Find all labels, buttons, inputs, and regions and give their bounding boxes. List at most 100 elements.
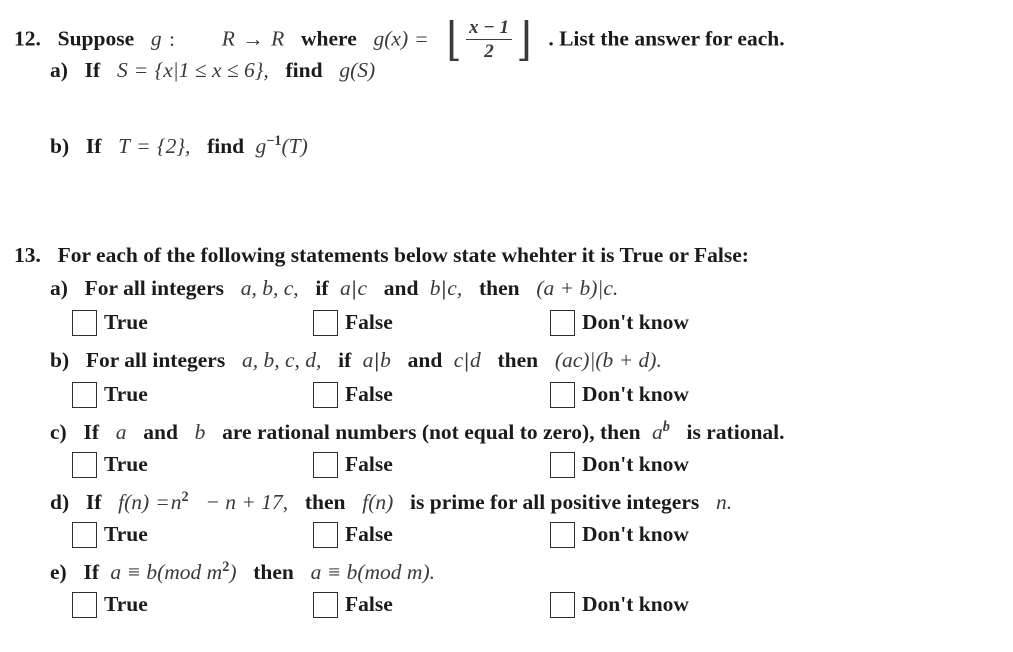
checkbox-label: True [104, 522, 148, 547]
checkbox-13c-false[interactable]: False [313, 452, 393, 478]
inverse-function-g: g [255, 134, 267, 159]
checkbox-label: True [104, 452, 148, 477]
checkbox-input[interactable] [550, 310, 575, 336]
checkbox-13e-dont-know[interactable]: Don't know [550, 592, 689, 618]
checkbox-input[interactable] [313, 382, 338, 408]
floor-expression: ⌊ x − 1 2 ⌋ [445, 13, 533, 65]
checkbox-input[interactable] [550, 452, 575, 478]
question-13-part-d: d) If f(n) =n2 − n + 17, then f(n) is pr… [50, 490, 732, 514]
function-fn-ref: f(n) [362, 490, 394, 515]
part-d-tail: is prime for all positive integers [410, 490, 700, 515]
exponent-two: 2 [181, 489, 189, 505]
checkbox-13e-true[interactable]: True [72, 592, 148, 618]
part-c-and: and [143, 420, 178, 445]
worksheet-page: 12. Suppose g : R → R where g(x) = ⌊ x − … [0, 0, 1013, 652]
part-a-conclusion: (a + b)|c. [536, 276, 619, 300]
checkbox-input[interactable] [72, 592, 97, 618]
checkbox-13a-true[interactable]: True [72, 310, 148, 336]
function-fn: f(n) [118, 490, 150, 515]
question-12-part-a: a) If S = {x|1 ≤ x ≤ 6}, find g(S) [50, 58, 376, 82]
floor-left-bracket: ⌊ [446, 13, 462, 65]
checkbox-input[interactable] [550, 592, 575, 618]
arrow-icon: → [242, 26, 264, 51]
part-b-conclusion: (ac)|(b + d). [554, 348, 662, 372]
equals-sign: = [156, 490, 169, 515]
congruence-close-paren: ) [229, 560, 237, 585]
checkbox-13d-true[interactable]: True [72, 522, 148, 548]
checkbox-13d-dont-know[interactable]: Don't know [550, 522, 689, 548]
domain-symbol: R [221, 26, 235, 51]
question-13-part-a: a) For all integers a, b, c, if a|c and … [50, 276, 619, 300]
part-d-if: If [85, 490, 102, 515]
part-c-if: If [83, 420, 99, 445]
divides-symbol: | [464, 348, 469, 372]
checkbox-input[interactable] [313, 452, 338, 478]
part-a-if: If [84, 58, 101, 82]
checkbox-input[interactable] [313, 310, 338, 336]
checkbox-13b-false[interactable]: False [313, 382, 393, 408]
codomain-symbol: R [271, 26, 285, 51]
checkbox-row-13a: True False Don't know [0, 310, 1013, 340]
checkbox-row-13b: True False Don't know [0, 382, 1013, 412]
question-13-part-e: e) If a ≡ b(mod m2) then a ≡ b(mod m). [50, 560, 435, 584]
question-13-part-b: b) For all integers a, b, c, d, if a | b a… [50, 348, 662, 372]
equals-sign: = [135, 58, 148, 82]
question-12-number: 12. [14, 26, 41, 51]
checkbox-13e-false[interactable]: False [313, 592, 393, 618]
part-a-variables: a, b, c, [240, 276, 299, 300]
set-body-t: {2}, [157, 134, 191, 159]
checkbox-13b-true[interactable]: True [72, 382, 148, 408]
checkbox-label: Don't know [582, 452, 689, 477]
power-base: a [651, 420, 663, 445]
fraction-denominator: 2 [465, 39, 512, 62]
question-13-stem: 13. For each of the following statements… [14, 244, 749, 267]
checkbox-input[interactable] [72, 382, 97, 408]
checkbox-input[interactable] [313, 522, 338, 548]
part-label-a: a) [50, 58, 68, 82]
checkbox-13a-dont-know[interactable]: Don't know [550, 310, 689, 336]
checkbox-input[interactable] [313, 592, 338, 618]
divides-lhs-2: b [429, 276, 441, 300]
function-symbol-g: g [150, 26, 162, 51]
checkbox-input[interactable] [550, 522, 575, 548]
part-d-then: then [304, 490, 346, 515]
checkbox-13c-dont-know[interactable]: Don't know [550, 452, 689, 478]
gx-expression: g(x) [373, 26, 409, 51]
inverse-exponent: −1 [266, 133, 282, 149]
variable-a: a [115, 420, 127, 445]
part-a-then: then [478, 276, 520, 300]
checkbox-13b-dont-know[interactable]: Don't know [550, 382, 689, 408]
checkbox-label: False [345, 452, 393, 477]
checkbox-label: False [345, 382, 393, 407]
checkbox-input[interactable] [72, 522, 97, 548]
equals-sign: = [415, 26, 428, 51]
question-12-stem: 12. Suppose g : R → R where g(x) = ⌊ x − … [14, 13, 785, 65]
set-builder-body: {x|1 ≤ x ≤ 6}, [154, 58, 269, 82]
checkbox-input[interactable] [550, 382, 575, 408]
preimage-argument: (T) [281, 134, 308, 159]
part-c-tail: is rational. [686, 420, 785, 445]
part-b-variables: a, b, c, d, [241, 348, 322, 372]
divides-rhs-2: d [469, 348, 481, 372]
part-a-if: if [315, 276, 329, 300]
question-12-suppose: Suppose [57, 26, 135, 51]
set-name-s: S [116, 58, 128, 82]
image-of-s: g(S) [339, 58, 376, 82]
checkbox-input[interactable] [72, 452, 97, 478]
checkbox-13c-true[interactable]: True [72, 452, 148, 478]
part-label-a: a) [50, 276, 68, 300]
question-12-instruction: . List the answer for each. [548, 26, 785, 51]
colon-symbol: : [169, 26, 175, 51]
power-exponent: b [662, 419, 670, 435]
checkbox-input[interactable] [72, 310, 97, 336]
checkbox-13d-false[interactable]: False [313, 522, 393, 548]
divides-rhs-1: b [380, 348, 391, 372]
polynomial-rest: − n + 17, [205, 490, 289, 515]
part-label-e: e) [50, 560, 67, 585]
floor-right-bracket: ⌋ [516, 13, 532, 65]
checkbox-13a-false[interactable]: False [313, 310, 393, 336]
checkbox-label: Don't know [582, 592, 689, 617]
divides-rhs-2: c, [447, 276, 463, 300]
variable-n: n [170, 490, 182, 515]
divides-lhs-1: a [362, 348, 374, 372]
